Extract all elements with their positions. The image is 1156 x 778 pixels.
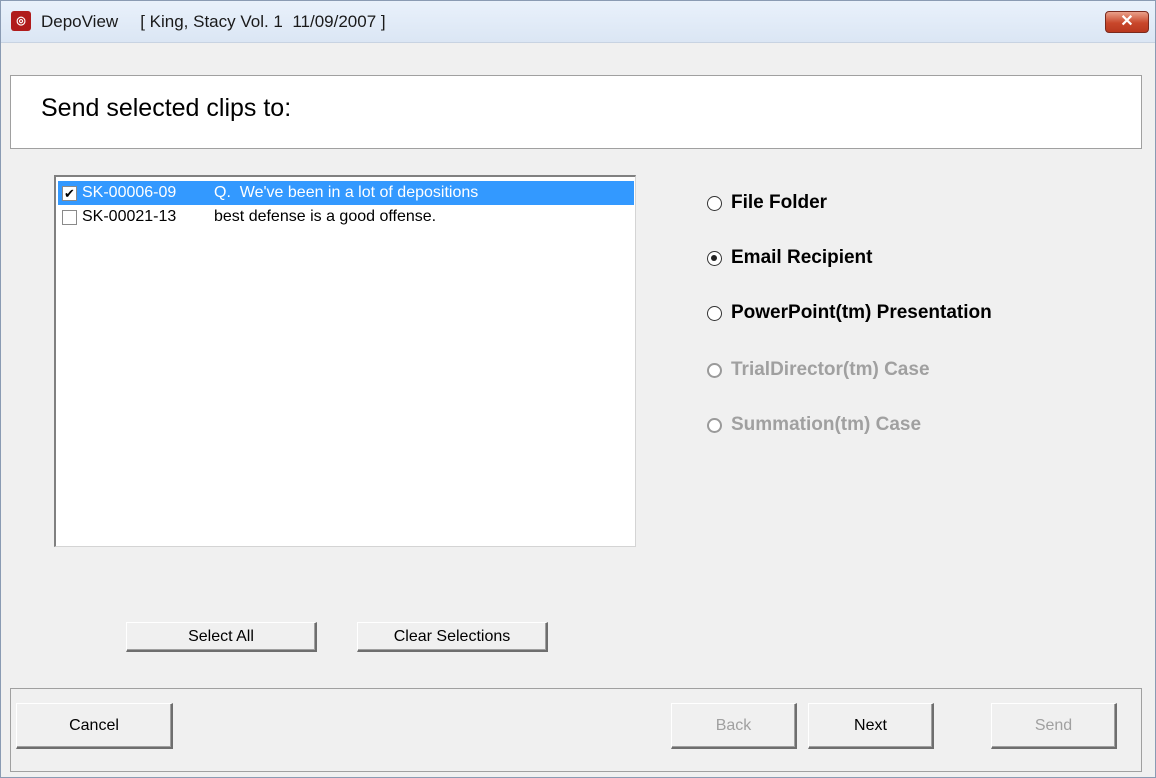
clip-row-1[interactable]: ✔ SK-00006-09 Q. We've been in a lot of …: [58, 181, 634, 205]
destination-label: File Folder: [731, 192, 828, 213]
select-all-button[interactable]: Select All: [126, 622, 317, 652]
cancel-button[interactable]: Cancel: [16, 703, 173, 749]
destination-label: Email Recipient: [731, 247, 873, 268]
title-bar: ◎ DepoView [ King, Stacy Vol. 1 11/09/200…: [1, 1, 1155, 43]
window-title: DepoView [ King, Stacy Vol. 1 11/09/2007 …: [41, 12, 386, 32]
destination-label: TrialDirector(tm) Case: [731, 359, 930, 380]
radio-email-recipient[interactable]: [707, 251, 722, 266]
footer-panel: [10, 688, 1142, 772]
radio-powerpoint[interactable]: [707, 306, 722, 321]
back-button: Back: [671, 703, 797, 749]
radio-file-folder[interactable]: [707, 196, 722, 211]
clip-id: SK-00006-09: [82, 184, 177, 201]
depoview-app-icon: ◎: [11, 11, 31, 31]
clip-id: SK-00021-13: [82, 208, 177, 225]
clip-checkbox-2[interactable]: [62, 210, 77, 225]
radio-trialdirector: [707, 363, 722, 378]
app-name: DepoView: [41, 12, 119, 31]
clip-text: Q. We've been in a lot of depositions: [214, 184, 479, 201]
next-button[interactable]: Next: [808, 703, 934, 749]
clip-list[interactable]: ✔ SK-00006-09 Q. We've been in a lot of …: [54, 175, 636, 547]
depoview-window: ◎ DepoView [ King, Stacy Vol. 1 11/09/200…: [0, 0, 1156, 778]
clear-selections-button[interactable]: Clear Selections: [357, 622, 548, 652]
case-title: [ King, Stacy Vol. 1 11/09/2007 ]: [140, 12, 386, 31]
close-icon: ✕: [1120, 13, 1134, 30]
destination-label: Summation(tm) Case: [731, 414, 922, 435]
send-button: Send: [991, 703, 1117, 749]
destination-label: PowerPoint(tm) Presentation: [731, 302, 992, 323]
page-title: Send selected clips to:: [41, 94, 292, 122]
clip-checkbox-1[interactable]: ✔: [62, 186, 77, 201]
header-panel: Send selected clips to:: [10, 75, 1142, 149]
clip-text: best defense is a good offense.: [214, 208, 437, 225]
close-button[interactable]: ✕: [1105, 11, 1149, 33]
radio-summation: [707, 418, 722, 433]
clip-row-2[interactable]: SK-00021-13 best defense is a good offen…: [58, 205, 634, 229]
